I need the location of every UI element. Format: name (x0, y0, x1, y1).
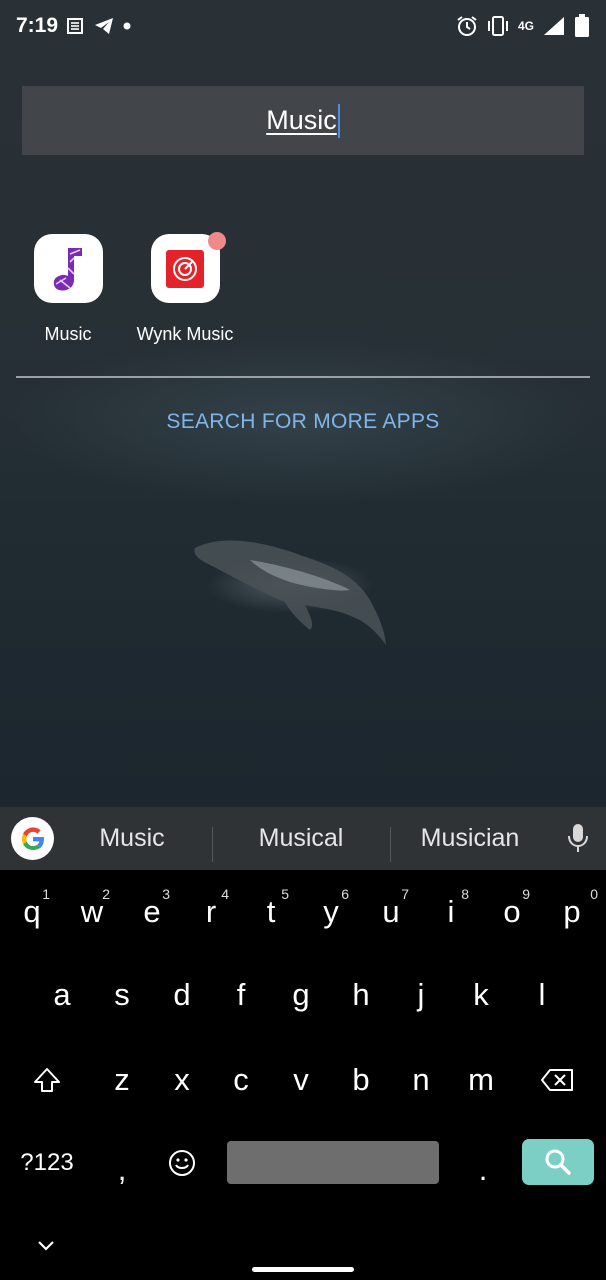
network-type: 4G (517, 19, 534, 33)
key-label: o (503, 894, 521, 929)
key-s[interactable]: s (92, 965, 152, 1025)
vibrate-icon (486, 15, 510, 37)
key-hint: 5 (281, 886, 289, 902)
key-b[interactable]: b (331, 1050, 391, 1110)
home-gesture-bar[interactable] (252, 1267, 354, 1272)
key-hint: 4 (221, 886, 229, 902)
key-r[interactable]: r4 (181, 882, 241, 942)
symbols-key[interactable]: ?123 (12, 1133, 82, 1193)
key-c[interactable]: c (211, 1050, 271, 1110)
key-n[interactable]: n (391, 1050, 451, 1110)
backspace-icon (541, 1069, 573, 1091)
key-hint: 9 (522, 886, 530, 902)
key-hint: 6 (341, 886, 349, 902)
key-o[interactable]: o9 (482, 882, 542, 942)
suggestion-musical[interactable]: Musical (222, 807, 380, 870)
key-label: y (323, 894, 339, 929)
key-label: q (23, 894, 41, 929)
status-bar: 7:19 4G (0, 0, 606, 52)
key-j[interactable]: j (391, 965, 451, 1025)
suggestion-musician[interactable]: Musician (398, 807, 542, 870)
text-cursor (337, 103, 340, 138)
key-t[interactable]: t5 (241, 882, 301, 942)
key-e[interactable]: e3 (122, 882, 182, 942)
emoji-key[interactable] (152, 1133, 212, 1193)
battery-icon (574, 14, 590, 38)
app-result-wynk-music[interactable]: Wynk Music (115, 232, 255, 345)
google-icon[interactable] (11, 817, 54, 860)
whale-image (194, 540, 386, 645)
search-query: Music (266, 105, 337, 135)
shift-icon (34, 1068, 60, 1092)
key-v[interactable]: v (271, 1050, 331, 1110)
key-l[interactable]: l (512, 965, 572, 1025)
key-p[interactable]: p0 (542, 882, 602, 942)
key-label: r (205, 894, 217, 929)
search-more-apps-link[interactable]: SEARCH FOR MORE APPS (0, 410, 606, 434)
key-k[interactable]: k (451, 965, 511, 1025)
emoji-icon (169, 1150, 195, 1176)
key-hint: 7 (401, 886, 409, 902)
key-label: i (447, 894, 455, 929)
app-label: Wynk Music (136, 324, 234, 344)
key-h[interactable]: h (331, 965, 391, 1025)
key-hint: 8 (461, 886, 469, 902)
period-key[interactable]: . (453, 1140, 513, 1200)
backspace-key[interactable] (527, 1050, 587, 1110)
key-g[interactable]: g (271, 965, 331, 1025)
key-a[interactable]: a (32, 965, 92, 1025)
key-z[interactable]: z (92, 1050, 152, 1110)
key-hint: 0 (590, 886, 598, 902)
wynk-music-icon (150, 232, 226, 303)
key-label: u (382, 894, 400, 929)
music-note-icon (33, 234, 103, 303)
key-label: p (563, 894, 581, 929)
key-i[interactable]: i8 (421, 882, 481, 942)
chevron-down-icon (38, 1241, 54, 1251)
telegram-icon (94, 17, 114, 35)
key-d[interactable]: d (152, 965, 212, 1025)
suggestion-separator (390, 827, 391, 862)
suggestion-music[interactable]: Music (62, 807, 202, 870)
search-icon (545, 1149, 571, 1175)
search-enter-key[interactable] (522, 1139, 594, 1185)
key-m[interactable]: m (451, 1050, 511, 1110)
comma-key[interactable]: , (92, 1140, 152, 1200)
divider (16, 376, 590, 378)
key-y[interactable]: y6 (301, 882, 361, 942)
signal-icon (542, 15, 566, 37)
key-label: e (143, 894, 161, 929)
suggestion-strip: Music Musical Musician (0, 807, 606, 870)
key-x[interactable]: x (152, 1050, 212, 1110)
key-label: t (266, 894, 276, 929)
space-key[interactable] (227, 1141, 439, 1184)
app-search-input[interactable]: Music (22, 86, 584, 155)
notification-badge (207, 232, 226, 250)
notification-dot-icon (122, 21, 132, 31)
key-hint: 3 (162, 886, 170, 902)
key-q[interactable]: q1 (2, 882, 62, 942)
hide-keyboard-button[interactable] (16, 1216, 76, 1276)
microphone-icon[interactable] (566, 822, 590, 854)
news-icon (66, 16, 86, 36)
key-w[interactable]: w2 (62, 882, 122, 942)
key-f[interactable]: f (211, 965, 271, 1025)
shift-key[interactable] (17, 1050, 77, 1110)
suggestion-separator (212, 827, 213, 862)
key-label: w (80, 894, 104, 929)
key-hint: 1 (42, 886, 50, 902)
key-hint: 2 (102, 886, 110, 902)
network-type-label: 4G (518, 20, 534, 32)
key-u[interactable]: u7 (361, 882, 421, 942)
status-time: 7:19 (16, 14, 59, 37)
alarm-icon (456, 15, 478, 37)
